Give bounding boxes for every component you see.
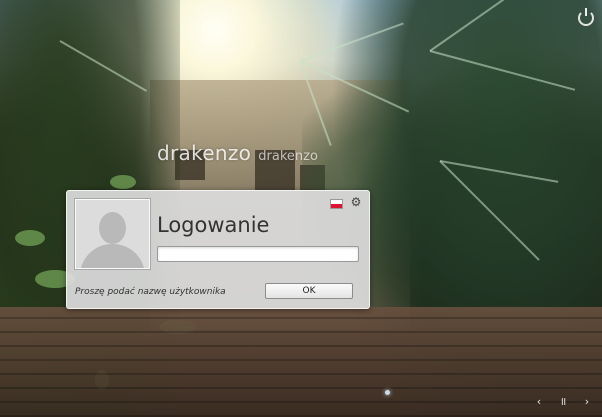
login-dialog: Logowanie ⚙ Proszę podać nazwę użytkowni… xyxy=(66,190,370,309)
avatar xyxy=(75,199,150,269)
dialog-title: Logowanie xyxy=(157,213,270,237)
username-prompt: Proszę podać nazwę użytkownika xyxy=(75,287,226,297)
poland-flag-icon[interactable] xyxy=(330,199,343,209)
power-icon[interactable] xyxy=(578,8,594,26)
background-leaf xyxy=(15,230,45,246)
ok-button[interactable]: OK xyxy=(265,283,353,299)
user-login-name: drakenzo xyxy=(258,149,318,164)
avatar-head-shape xyxy=(99,212,126,244)
session-user-overlay: drakenzo drakenzo xyxy=(157,141,318,165)
login-screen: drakenzo drakenzo Logowanie ⚙ Proszę pod… xyxy=(0,0,602,417)
user-display-name: drakenzo xyxy=(157,141,252,165)
username-input[interactable] xyxy=(157,246,359,262)
background-leaf xyxy=(110,175,136,189)
avatar-body-shape xyxy=(80,244,145,268)
slideshow-controls: ‹ ॥ › xyxy=(534,396,592,407)
pause-icon[interactable]: ॥ xyxy=(558,396,568,407)
background-brick-wall xyxy=(0,307,602,417)
gear-icon[interactable]: ⚙ xyxy=(350,196,362,208)
chevron-right-icon[interactable]: › xyxy=(582,396,592,407)
chevron-left-icon[interactable]: ‹ xyxy=(534,396,544,407)
slideshow-dot-indicator xyxy=(385,390,390,395)
